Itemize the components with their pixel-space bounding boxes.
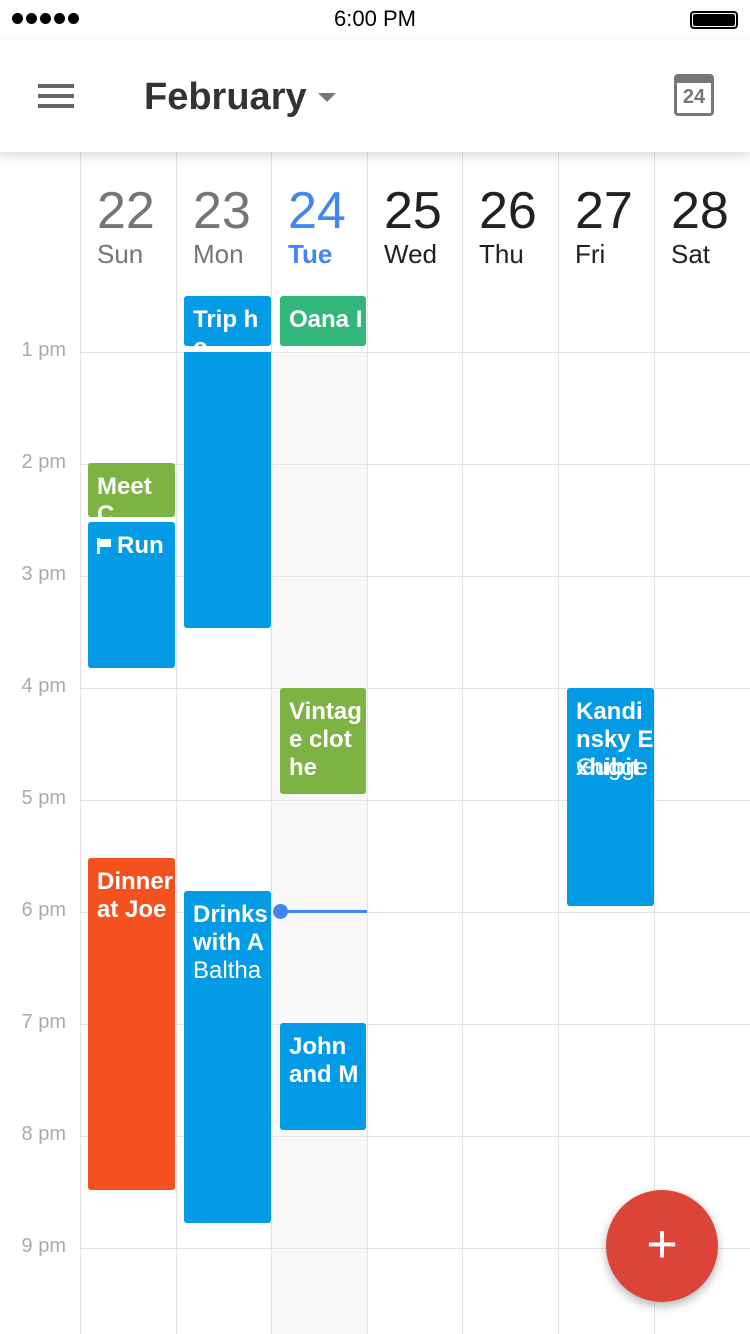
day-header-tue[interactable]: 24 Tue <box>271 180 367 269</box>
day-name: Sat <box>671 239 711 269</box>
status-time: 6:00 PM <box>334 6 416 31</box>
column-divider <box>558 152 559 1334</box>
day-name: Wed <box>384 239 437 269</box>
column-divider <box>271 152 272 1334</box>
event-card[interactable]: Vintage clothe <box>280 688 366 794</box>
day-header-fri[interactable]: 27 Fri <box>558 180 654 269</box>
event-title: Vintage clothe <box>289 698 362 781</box>
event-title: Run <box>117 532 164 559</box>
event-card[interactable]: Oana I <box>280 296 366 346</box>
day-header-sun[interactable]: 22 Sun <box>80 180 176 269</box>
column-divider <box>80 152 81 1334</box>
hour-label: 3 pm <box>21 563 66 585</box>
day-header-mon[interactable]: 23 Mon <box>176 180 272 269</box>
event-title: Oana I <box>289 306 363 333</box>
hour-line <box>80 1136 750 1137</box>
event-title: Trip ho <box>193 306 259 346</box>
menu-icon[interactable] <box>38 84 74 108</box>
hour-line <box>80 352 750 353</box>
hour-label: 4 pm <box>21 675 66 697</box>
app-bar: February 24 <box>0 40 750 152</box>
hour-line <box>80 1024 750 1025</box>
column-divider <box>367 152 368 1334</box>
event-trip-continuation[interactable] <box>184 352 271 628</box>
hour-label: 1 pm <box>21 339 66 361</box>
event-location: Gugge <box>576 754 649 781</box>
event-location: Baltha <box>193 957 262 984</box>
day-header-wed[interactable]: 25 Wed <box>367 180 463 269</box>
day-header-sat[interactable]: 28 Sat <box>654 180 750 269</box>
column-divider <box>654 152 655 1334</box>
day-name: Fri <box>575 239 606 269</box>
hour-label: 7 pm <box>21 1011 66 1033</box>
event-card[interactable]: John and M <box>280 1023 366 1130</box>
hour-label: 8 pm <box>21 1123 66 1145</box>
event-card[interactable]: Drinks with A Baltha <box>184 891 271 1223</box>
current-time-dot <box>273 904 288 919</box>
event-card[interactable]: Trip ho <box>184 296 271 346</box>
hour-label: 5 pm <box>21 787 66 809</box>
day-number: 22 <box>97 182 155 240</box>
day-number: 26 <box>479 182 537 240</box>
today-column-bg <box>271 352 367 1334</box>
day-header-thu[interactable]: 26 Thu <box>462 180 558 269</box>
day-number: 24 <box>288 182 346 240</box>
month-title[interactable]: February <box>144 76 307 119</box>
day-number: 28 <box>671 182 729 240</box>
flag-icon <box>97 538 111 554</box>
event-card[interactable]: Kandinsky Exhibit Gugge <box>567 688 654 906</box>
event-card[interactable]: Meet C <box>88 463 175 517</box>
day-number: 27 <box>575 182 633 240</box>
event-title: John and M <box>289 1033 359 1088</box>
event-card[interactable]: Run <box>88 522 175 668</box>
event-title: Dinner at Joe <box>97 868 174 923</box>
column-divider <box>176 152 177 1334</box>
hour-line <box>80 576 750 577</box>
day-name: Sun <box>97 239 144 269</box>
event-title: Drinks with A <box>193 901 268 956</box>
battery-icon <box>690 11 738 29</box>
day-number: 25 <box>384 182 442 240</box>
hour-line <box>80 912 750 913</box>
add-event-button[interactable]: + <box>606 1190 718 1302</box>
status-bar: 6:00 PM <box>0 0 750 40</box>
event-title: Meet C <box>97 473 152 517</box>
hour-label: 2 pm <box>21 451 66 473</box>
today-calendar-icon[interactable]: 24 <box>674 74 714 116</box>
day-number: 23 <box>193 182 251 240</box>
hour-line <box>80 464 750 465</box>
hour-label: 6 pm <box>21 899 66 921</box>
dropdown-caret-icon[interactable] <box>318 93 336 102</box>
day-name: Tue <box>288 239 333 269</box>
hour-label: 9 pm <box>21 1235 66 1257</box>
current-time-line <box>280 910 367 913</box>
event-card[interactable]: Dinner at Joe <box>88 858 175 1190</box>
day-name: Thu <box>479 239 524 269</box>
column-divider <box>462 152 463 1334</box>
day-name: Mon <box>193 239 244 269</box>
